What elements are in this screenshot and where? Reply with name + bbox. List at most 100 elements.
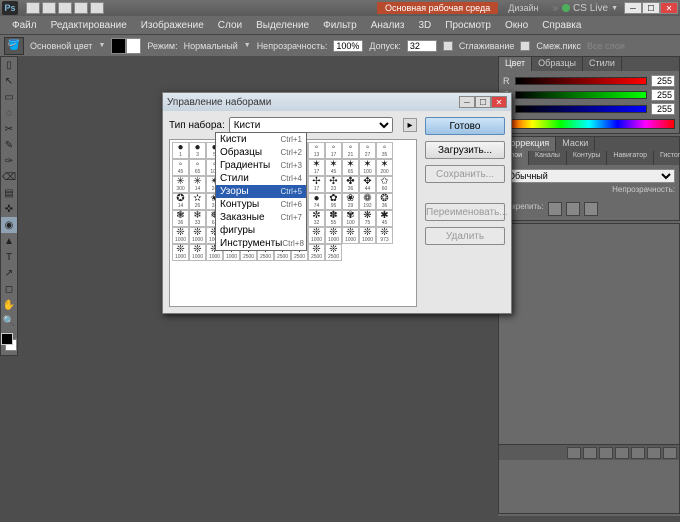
dropdown-option[interactable]: ОбразцыCtrl+2 [216, 146, 306, 159]
preset-item[interactable]: ◦65 [189, 159, 206, 176]
preset-item[interactable]: ✶65 [342, 159, 359, 176]
dropdown-option[interactable]: КонтурыCtrl+6 [216, 198, 306, 211]
dropdown-option[interactable]: ИнструментыCtrl+8 [216, 237, 306, 250]
preset-item[interactable]: ●74 [308, 193, 325, 210]
preset-item[interactable]: ❊1000 [172, 227, 189, 244]
preset-item[interactable]: ✿95 [325, 193, 342, 210]
mode-value[interactable]: Нормальный [184, 41, 238, 51]
panel-tab[interactable]: Маски [556, 137, 595, 151]
dialog-titlebar[interactable]: Управление наборами ─ ☐ ✕ [163, 93, 511, 111]
preset-item[interactable]: ✤36 [342, 176, 359, 193]
tool-10[interactable]: ◉ [1, 217, 17, 233]
dropdown-option[interactable]: КистиCtrl+1 [216, 133, 306, 146]
preset-item[interactable]: ✶17 [308, 159, 325, 176]
panel-tab[interactable]: Каналы [529, 151, 567, 165]
save-button[interactable]: Сохранить... [425, 165, 505, 183]
adjustment-icon[interactable] [615, 447, 629, 459]
channel-value[interactable]: 255 [651, 75, 675, 87]
lock-position-icon[interactable] [566, 202, 580, 216]
tool-preview-icon[interactable]: 🪣 [4, 37, 24, 55]
menu-item-изображение[interactable]: Изображение [135, 18, 210, 33]
tool-9[interactable]: ✜ [1, 201, 17, 217]
preset-item[interactable]: ❊1000 [342, 227, 359, 244]
panel-tab[interactable]: Навигатор [607, 151, 654, 165]
zoom-icon[interactable] [90, 2, 104, 14]
dropdown-option[interactable]: ГрадиентыCtrl+3 [216, 159, 306, 172]
tool-2[interactable]: ▭ [1, 89, 17, 105]
preset-item[interactable]: ✶100 [359, 159, 376, 176]
workspace-design-label[interactable]: Дизайн [508, 3, 538, 13]
doc-icon[interactable] [42, 2, 56, 14]
grid-icon[interactable] [58, 2, 72, 14]
menu-item-просмотр[interactable]: Просмотр [439, 18, 497, 33]
tool-15[interactable]: ✋ [1, 297, 17, 313]
color-swatch[interactable] [111, 38, 141, 54]
cs-live-button[interactable]: CS Live ▼ [562, 3, 618, 14]
load-button[interactable]: Загрузить... [425, 141, 505, 159]
tool-13[interactable]: ↗ [1, 265, 17, 281]
preset-item[interactable]: ✥44 [359, 176, 376, 193]
preset-item[interactable]: ◦21 [342, 142, 359, 159]
dropdown-option[interactable]: Заказные фигурыCtrl+7 [216, 211, 306, 237]
preset-type-select[interactable]: Кисти [229, 117, 393, 133]
preset-item[interactable]: ✣23 [325, 176, 342, 193]
fx-icon[interactable] [583, 447, 597, 459]
menu-item-справка[interactable]: Справка [536, 18, 587, 33]
panel-tab[interactable]: Цвет [499, 57, 532, 71]
preset-item[interactable]: ❊1000 [325, 227, 342, 244]
tolerance-input[interactable]: 32 [407, 40, 437, 52]
menu-item-выделение[interactable]: Выделение [250, 18, 315, 33]
preset-item[interactable]: ❃36 [172, 210, 189, 227]
preset-item[interactable]: ◦35 [376, 142, 393, 159]
trash-icon[interactable] [663, 447, 677, 459]
tool-12[interactable]: T [1, 249, 17, 265]
preset-item[interactable]: ◦17 [325, 142, 342, 159]
preset-item[interactable]: ✢17 [308, 176, 325, 193]
color-slider[interactable] [515, 91, 647, 99]
preset-item[interactable]: ◦27 [359, 142, 376, 159]
preset-item[interactable]: ❊1000 [189, 227, 206, 244]
panel-tab[interactable]: Образцы [532, 57, 583, 71]
maximize-button[interactable]: ☐ [642, 2, 660, 14]
preset-item[interactable]: ❊1000 [308, 227, 325, 244]
tool-8[interactable]: ▤ [1, 185, 17, 201]
preset-item[interactable]: ●1 [172, 142, 189, 159]
color-slider[interactable] [515, 77, 647, 85]
preset-item[interactable]: ✳300 [172, 176, 189, 193]
close-button[interactable]: ✕ [660, 2, 678, 14]
new-layer-icon[interactable] [647, 447, 661, 459]
panel-tab[interactable]: Контуры [567, 151, 607, 165]
menu-item-фильтр[interactable]: Фильтр [317, 18, 363, 33]
preset-item[interactable]: ❊1000 [172, 244, 189, 261]
rename-button[interactable]: Переименовать... [425, 203, 505, 221]
tool-1[interactable]: ↖ [1, 73, 17, 89]
preset-item[interactable]: ✾100 [342, 210, 359, 227]
channel-value[interactable]: 255 [651, 89, 675, 101]
done-button[interactable]: Готово [425, 117, 505, 135]
preset-item[interactable]: ✪14 [172, 193, 189, 210]
arrange-icon[interactable] [74, 2, 88, 14]
lock-pixels-icon[interactable] [548, 202, 562, 216]
panel-tab[interactable]: Гистограмма [654, 151, 680, 165]
antialias-checkbox[interactable] [443, 41, 453, 51]
mask-icon[interactable] [599, 447, 613, 459]
preset-item[interactable]: ❂36 [376, 193, 393, 210]
tool-7[interactable]: ⌫ [1, 169, 17, 185]
channel-value[interactable]: 255 [651, 103, 675, 115]
tool-11[interactable]: ▲ [1, 233, 17, 249]
tool-14[interactable]: ◻ [1, 281, 17, 297]
flyout-menu-button[interactable]: ▸ [403, 118, 417, 132]
link-icon[interactable] [567, 447, 581, 459]
preset-item[interactable]: ❋75 [359, 210, 376, 227]
doc-icon[interactable] [26, 2, 40, 14]
menu-item-окно[interactable]: Окно [499, 18, 534, 33]
preset-item[interactable]: ❊1000 [359, 227, 376, 244]
menu-item-слои[interactable]: Слои [212, 18, 248, 33]
preset-item[interactable]: ❀29 [342, 193, 359, 210]
dialog-minimize-button[interactable]: ─ [459, 96, 475, 108]
tool-6[interactable]: ✑ [1, 153, 17, 169]
dropdown-option[interactable]: УзорыCtrl+5 [216, 185, 306, 198]
preset-item[interactable]: ❁192 [359, 193, 376, 210]
dialog-maximize-button[interactable]: ☐ [475, 96, 491, 108]
tool-16[interactable]: 🔍 [1, 313, 17, 329]
